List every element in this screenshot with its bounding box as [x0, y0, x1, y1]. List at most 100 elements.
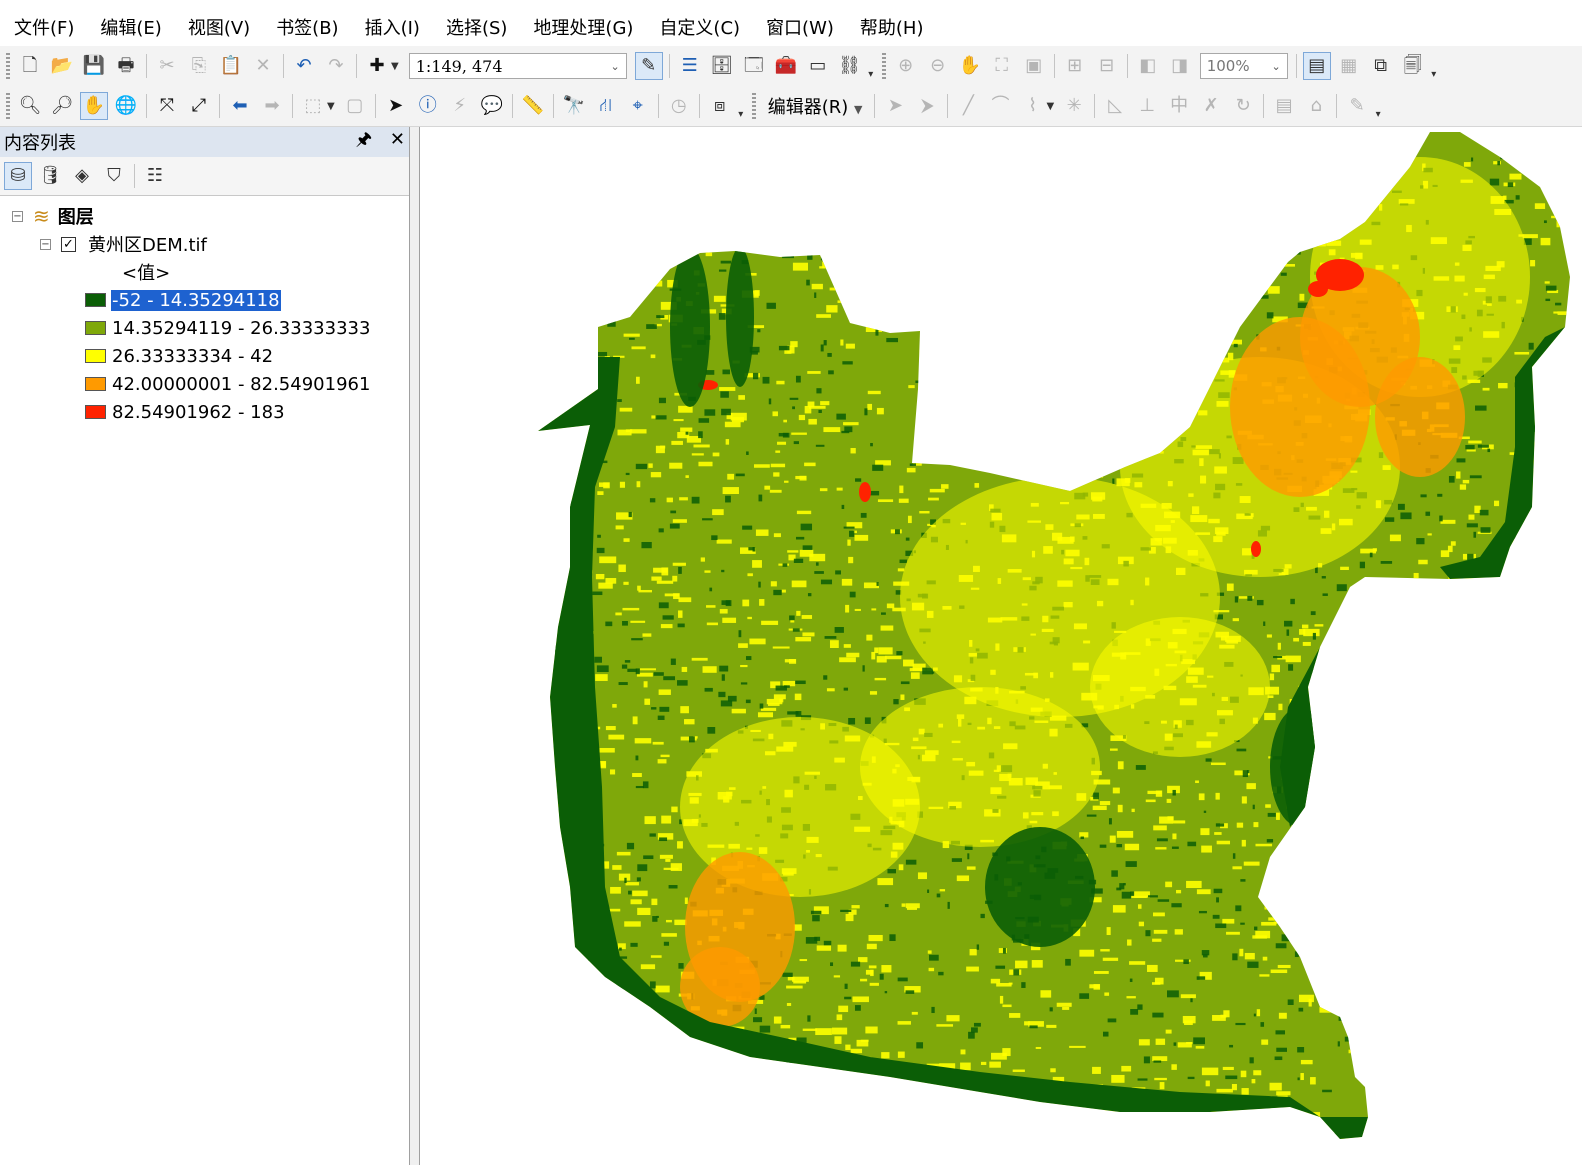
zoom-whole-page-icon[interactable]: ⛶ — [988, 52, 1016, 80]
copy-icon[interactable]: ⎘ — [185, 52, 213, 80]
select-elements-icon[interactable]: ➤ — [382, 92, 410, 120]
tree-row-layer[interactable]: − ✓ 黄州区DEM.tif — [40, 230, 207, 258]
zoom-percent-combobox[interactable]: 100% ⌄ — [1199, 53, 1288, 79]
cut-icon[interactable]: ✂ — [153, 52, 181, 80]
arctoolbox-icon[interactable]: 🧰 — [772, 52, 800, 80]
menu-bookmarks[interactable]: 书签(B) — [262, 14, 350, 40]
map-scale-combobox[interactable]: 1:149, 474 ⌄ — [408, 53, 627, 79]
add-data-icon[interactable]: ✚ — [363, 52, 391, 80]
rotate-icon[interactable]: ↻ — [1229, 92, 1257, 120]
zoom-in-icon[interactable]: 🔍︎ — [16, 92, 44, 120]
collapse-icon[interactable]: − — [40, 238, 51, 250]
search-window-icon[interactable]: 🗔 — [740, 52, 768, 80]
attributes-icon[interactable]: ▤ — [1270, 92, 1298, 120]
layout-zoom-in-icon[interactable]: ⊕ — [892, 52, 920, 80]
undo-icon[interactable]: ↶ — [290, 52, 318, 80]
menu-help[interactable]: 帮助(H) — [846, 14, 936, 40]
list-by-source-icon[interactable]: 🛢 — [36, 162, 64, 190]
toolbar-overflow-icon[interactable]: ▾ — [736, 92, 746, 120]
redo-icon[interactable]: ↷ — [322, 52, 350, 80]
go-back-icon[interactable]: ⬅ — [226, 92, 254, 120]
create-features-icon[interactable]: ✎ — [1343, 92, 1371, 120]
toggle-draft-mode-icon[interactable]: ▤ — [1302, 52, 1331, 80]
menu-insert[interactable]: 插入(I) — [351, 14, 432, 40]
new-document-icon[interactable]: 🗋 — [16, 52, 44, 80]
toolbar-grip[interactable] — [6, 53, 10, 79]
identify-icon[interactable]: ⓘ — [414, 92, 442, 120]
zoom-100-percent-icon[interactable]: ▣ — [1020, 52, 1048, 80]
toolbar-overflow-icon[interactable]: ▾ — [1373, 92, 1383, 120]
create-viewer-window-icon[interactable]: ⧈ — [706, 92, 734, 120]
select-features-icon[interactable]: ⬚ — [299, 92, 327, 120]
construction-dropdown-icon[interactable]: ▼ — [1046, 101, 1054, 112]
find-route-icon[interactable]: ⛙ — [592, 92, 620, 120]
full-extent-icon[interactable]: 🌐 — [112, 92, 140, 120]
edit-vertices-icon[interactable]: ◺ — [1101, 92, 1129, 120]
select-dropdown-icon[interactable]: ▼ — [327, 101, 335, 112]
table-of-contents-icon[interactable]: ☰ — [676, 52, 704, 80]
go-to-xy-icon[interactable]: ⌖ — [624, 92, 652, 120]
hyperlink-icon[interactable]: ⚡ — [446, 92, 474, 120]
map-display[interactable] — [419, 127, 1582, 1165]
fixed-zoom-in-map-icon[interactable]: ⤧ — [153, 92, 181, 120]
editor-toolbar-icon[interactable]: ✎ — [634, 52, 663, 80]
chevron-down-icon[interactable]: ⌄ — [610, 60, 619, 73]
layer-visibility-checkbox[interactable]: ✓ — [61, 236, 76, 252]
list-by-selection-icon[interactable]: ⛉ — [100, 162, 128, 190]
paste-icon[interactable]: 📋 — [217, 52, 245, 80]
clear-selection-icon[interactable]: ▢ — [341, 92, 369, 120]
fixed-zoom-out-map-icon[interactable]: ⤢ — [185, 92, 213, 120]
legend-swatch[interactable] — [85, 405, 106, 419]
change-layout-icon[interactable]: ⧉ — [1367, 52, 1395, 80]
tree-row-layers-root[interactable]: − ≋ 图层 — [12, 202, 94, 230]
dem-raster-map[interactable] — [420, 127, 1582, 1165]
find-icon[interactable]: 🔭 — [560, 92, 588, 120]
edit-tool-icon[interactable]: ➤ — [881, 92, 909, 120]
zoom-out-icon[interactable]: 🔎︎ — [48, 92, 76, 120]
legend-item[interactable]: 14.35294119 - 26.33333333 — [85, 314, 371, 342]
legend-swatch[interactable] — [85, 293, 106, 307]
chevron-down-icon[interactable]: ⌄ — [1271, 60, 1280, 73]
measure-icon[interactable]: 📏 — [519, 92, 547, 120]
fixed-zoom-out-icon[interactable]: ⊟ — [1093, 52, 1121, 80]
data-driven-pages-icon[interactable]: 🗐 — [1399, 52, 1427, 80]
menu-selection[interactable]: 选择(S) — [432, 14, 519, 40]
legend-item[interactable]: -52 - 14.35294118 — [85, 286, 282, 314]
catalog-window-icon[interactable]: 🗄 — [708, 52, 736, 80]
toolbar-overflow-icon[interactable]: ▾ — [866, 52, 876, 80]
python-window-icon[interactable]: ▭ — [804, 52, 832, 80]
legend-swatch[interactable] — [85, 349, 106, 363]
delete-icon[interactable]: ✕ — [249, 52, 277, 80]
toolbar-grip[interactable] — [6, 93, 10, 119]
toc-options-icon[interactable]: ☷ — [141, 162, 169, 190]
collapse-icon[interactable]: − — [12, 210, 23, 222]
open-folder-icon[interactable]: 📂 — [48, 52, 76, 80]
add-data-dropdown-icon[interactable]: ▼ — [391, 61, 399, 72]
close-icon[interactable]: ✕ — [390, 129, 405, 150]
reshape-icon[interactable]: ⊥ — [1133, 92, 1161, 120]
legend-item[interactable]: 26.33333334 - 42 — [85, 342, 274, 370]
toolbar-grip[interactable] — [881, 53, 886, 79]
editor-dropdown-menu[interactable]: 编辑器(R) ▼ — [760, 93, 871, 119]
cut-polygons-icon[interactable]: 中 — [1165, 92, 1193, 120]
pan-icon[interactable]: ✋ — [80, 92, 108, 120]
legend-swatch[interactable] — [85, 377, 106, 391]
model-builder-icon[interactable]: ⛓ — [836, 52, 864, 80]
save-icon[interactable]: 💾 — [80, 52, 108, 80]
focus-data-frame-icon[interactable]: ▦ — [1335, 52, 1363, 80]
time-slider-icon[interactable]: ◷ — [665, 92, 693, 120]
legend-item[interactable]: 42.00000001 - 82.54901961 — [85, 370, 371, 398]
toolbar-grip[interactable] — [751, 93, 756, 119]
menu-windows[interactable]: 窗口(W) — [752, 14, 846, 40]
menu-edit[interactable]: 编辑(E) — [86, 14, 173, 40]
html-popup-icon[interactable]: 💬 — [478, 92, 506, 120]
list-by-visibility-icon[interactable]: ◈ — [68, 162, 96, 190]
legend-item[interactable]: 82.54901962 - 183 — [85, 398, 286, 426]
next-extent-icon[interactable]: ◨ — [1166, 52, 1194, 80]
list-by-drawing-order-icon[interactable]: ⛁ — [4, 162, 32, 190]
pin-icon[interactable]: 🖈 — [356, 129, 373, 150]
point-icon[interactable]: ✳ — [1060, 92, 1088, 120]
toolbar-overflow-icon[interactable]: ▾ — [1429, 52, 1439, 80]
menu-geoprocessing[interactable]: 地理处理(G) — [519, 14, 645, 40]
split-icon[interactable]: ✗ — [1197, 92, 1225, 120]
